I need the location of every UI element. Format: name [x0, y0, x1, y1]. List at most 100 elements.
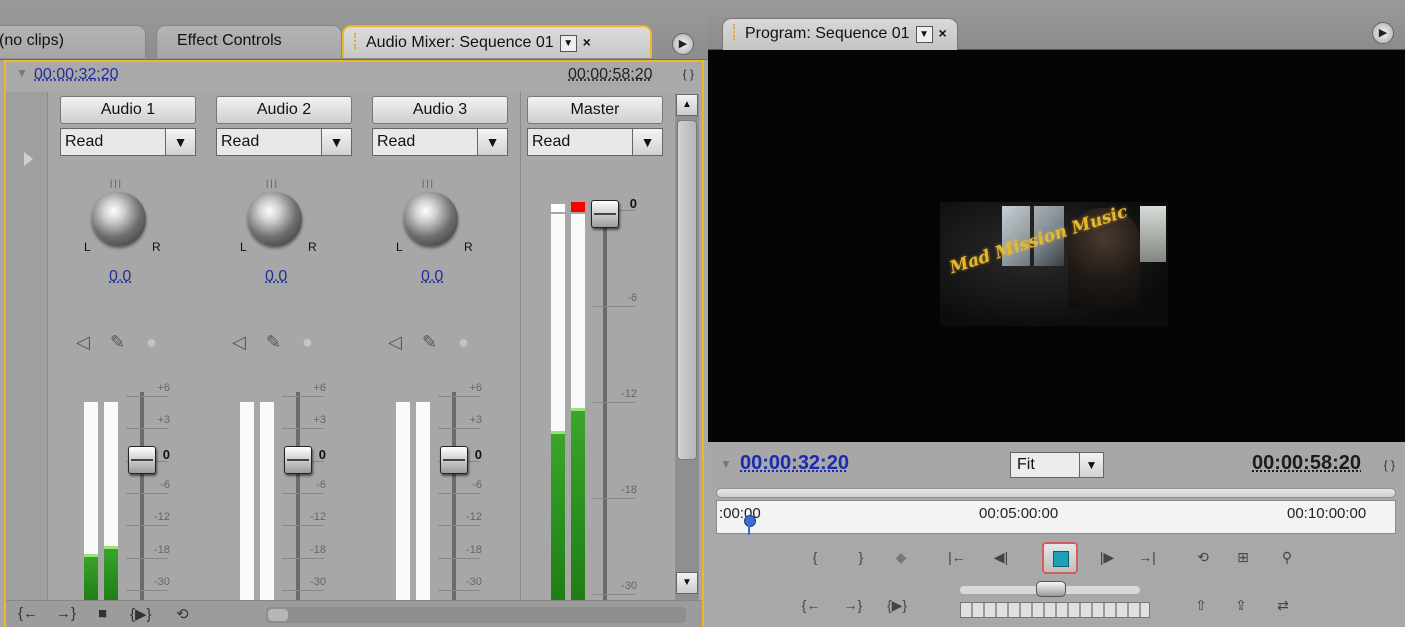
tab-close-icon[interactable]: ×: [583, 34, 591, 50]
stop-button[interactable]: [1042, 542, 1078, 574]
solo-track-icon[interactable]: ✎: [422, 332, 437, 353]
pan-knob[interactable]: [248, 192, 302, 246]
jog-disk[interactable]: [960, 602, 1150, 618]
track-name-button[interactable]: Audio 2: [216, 96, 352, 124]
program-video-display[interactable]: Mad Mission Music: [708, 50, 1405, 442]
extract-icon[interactable]: ⇪: [1228, 594, 1254, 616]
expand-arrows-icon[interactable]: { }: [1384, 458, 1395, 472]
master-db-scale: 0 -6 -12 -18 -30: [593, 196, 637, 602]
pan-value[interactable]: 0.0: [421, 268, 443, 286]
set-in-point-icon[interactable]: {: [802, 546, 828, 568]
tab-grip-icon[interactable]: [354, 33, 360, 49]
shuttle-knob[interactable]: [1036, 581, 1066, 597]
horizontal-scroll-thumb[interactable]: [268, 609, 288, 621]
timecode-drag-icon[interactable]: ▼: [16, 66, 28, 80]
scale-label: -18: [621, 484, 637, 496]
go-to-next-edit-icon[interactable]: →|: [1134, 546, 1160, 568]
tab-grip-icon[interactable]: [733, 24, 739, 40]
loop-icon[interactable]: ⟲: [176, 605, 189, 623]
program-duration-timecode[interactable]: 00:00:58:20: [1252, 452, 1361, 475]
mixer-duration-timecode[interactable]: 00:00:58:20: [568, 66, 653, 84]
mixer-horizontal-scrollbar[interactable]: [266, 607, 686, 623]
zoom-level-select[interactable]: Fit ▼: [1010, 452, 1104, 478]
automation-mode-select[interactable]: Read ▼: [216, 128, 352, 156]
expand-arrows-icon[interactable]: { }: [683, 67, 694, 81]
volume-fader-handle[interactable]: [284, 446, 312, 474]
loop-icon[interactable]: ⟲: [1190, 546, 1216, 568]
automation-mode-select[interactable]: Read ▼: [372, 128, 508, 156]
db-scale: +6 +3 0 -6 -12 -18 -30: [438, 382, 482, 598]
enable-record-icon[interactable]: ●: [146, 332, 157, 353]
track-name-button[interactable]: Audio 1: [60, 96, 196, 124]
scale-tick: [438, 525, 480, 527]
volume-fader-handle[interactable]: [440, 446, 468, 474]
panel-menu-icon[interactable]: ▶: [672, 33, 694, 55]
step-forward-icon[interactable]: |▶: [1094, 546, 1120, 568]
scroll-down-icon[interactable]: ▼: [676, 572, 698, 594]
master-name-button[interactable]: Master: [527, 96, 663, 124]
step-back-icon[interactable]: ◀|: [988, 546, 1014, 568]
chevron-down-icon[interactable]: ▼: [632, 129, 662, 155]
set-marker-icon[interactable]: ◆: [888, 546, 914, 568]
tab-audio-mixer[interactable]: Audio Mixer: Sequence 01 ▼ ×: [342, 25, 652, 58]
pan-value[interactable]: 0.0: [109, 268, 131, 286]
trim-icon[interactable]: ⇄: [1270, 594, 1296, 616]
safe-margins-icon[interactable]: ⊞: [1230, 546, 1256, 568]
go-to-in-point-icon[interactable]: {←: [18, 605, 38, 622]
lift-icon[interactable]: ⇧: [1188, 594, 1214, 616]
pan-value[interactable]: 0.0: [265, 268, 287, 286]
volume-fader-handle[interactable]: [128, 446, 156, 474]
enable-record-icon[interactable]: ●: [458, 332, 469, 353]
scale-label: 0: [629, 196, 637, 211]
clip-indicator-right[interactable]: [571, 202, 585, 212]
chevron-down-icon[interactable]: ▼: [477, 129, 507, 155]
time-ruler-body[interactable]: :00:00 00:05:00:00 00:10:00:00: [716, 500, 1396, 535]
timecode-drag-icon[interactable]: ▼: [720, 457, 732, 471]
master-fader-handle[interactable]: [591, 200, 619, 228]
scroll-thumb[interactable]: [677, 120, 697, 460]
go-to-out-point-icon[interactable]: →}: [56, 605, 76, 622]
track-name-button[interactable]: Audio 3: [372, 96, 508, 124]
playhead-icon[interactable]: [744, 515, 757, 535]
shuttle-slider[interactable]: [960, 581, 1140, 597]
mixer-vertical-scrollbar[interactable]: ▲ ▼: [675, 94, 699, 604]
mixer-current-timecode[interactable]: 00:00:32:20: [34, 66, 119, 84]
stop-icon[interactable]: ■: [98, 605, 107, 622]
tab-source-monitor[interactable]: (no clips): [0, 25, 146, 58]
pan-left-label: L: [84, 240, 91, 254]
pan-knob[interactable]: [92, 192, 146, 246]
mute-track-icon[interactable]: ◁: [388, 332, 402, 353]
play-in-to-out-icon[interactable]: {▶}: [884, 594, 910, 616]
automation-mode-select[interactable]: Read ▼: [60, 128, 196, 156]
enable-record-icon[interactable]: ●: [302, 332, 313, 353]
tab-program-monitor[interactable]: Program: Sequence 01 ▼ ×: [722, 18, 958, 50]
chevron-down-icon[interactable]: ▼: [321, 129, 351, 155]
tab-close-icon[interactable]: ×: [939, 25, 947, 41]
tab-effect-controls[interactable]: Effect Controls: [156, 25, 342, 58]
solo-track-icon[interactable]: ✎: [110, 332, 125, 353]
pan-knob[interactable]: [404, 192, 458, 246]
play-in-to-out-icon[interactable]: {▶}: [130, 605, 152, 623]
solo-track-icon[interactable]: ✎: [266, 332, 281, 353]
tab-dropdown-icon[interactable]: ▼: [915, 26, 933, 43]
show-hide-effects-icon[interactable]: [24, 152, 33, 166]
clip-indicator-left[interactable]: [551, 204, 565, 212]
program-current-timecode[interactable]: 00:00:32:20: [740, 452, 849, 475]
left-tab-bar: (no clips) Effect Controls Audio Mixer: …: [0, 0, 708, 60]
go-to-out-point-icon[interactable]: →}: [840, 594, 866, 616]
set-out-point-icon[interactable]: }: [848, 546, 874, 568]
master-automation-mode-select[interactable]: Read ▼: [527, 128, 663, 156]
scale-label: -6: [160, 479, 170, 491]
chevron-down-icon[interactable]: ▼: [165, 129, 195, 155]
step-back-to-edit-icon[interactable]: |←: [944, 546, 970, 568]
mute-track-icon[interactable]: ◁: [232, 332, 246, 353]
panel-menu-icon[interactable]: ▶: [1372, 22, 1394, 44]
mute-track-icon[interactable]: ◁: [76, 332, 90, 353]
go-to-in-point-icon[interactable]: {←: [798, 594, 824, 616]
output-icon[interactable]: ⚲: [1274, 546, 1300, 568]
viewing-area-bar[interactable]: [716, 488, 1396, 498]
chevron-down-icon[interactable]: ▼: [1079, 453, 1103, 477]
program-time-ruler[interactable]: :00:00 00:05:00:00 00:10:00:00: [716, 488, 1396, 535]
scroll-up-icon[interactable]: ▲: [676, 94, 698, 116]
tab-dropdown-icon[interactable]: ▼: [559, 35, 577, 52]
